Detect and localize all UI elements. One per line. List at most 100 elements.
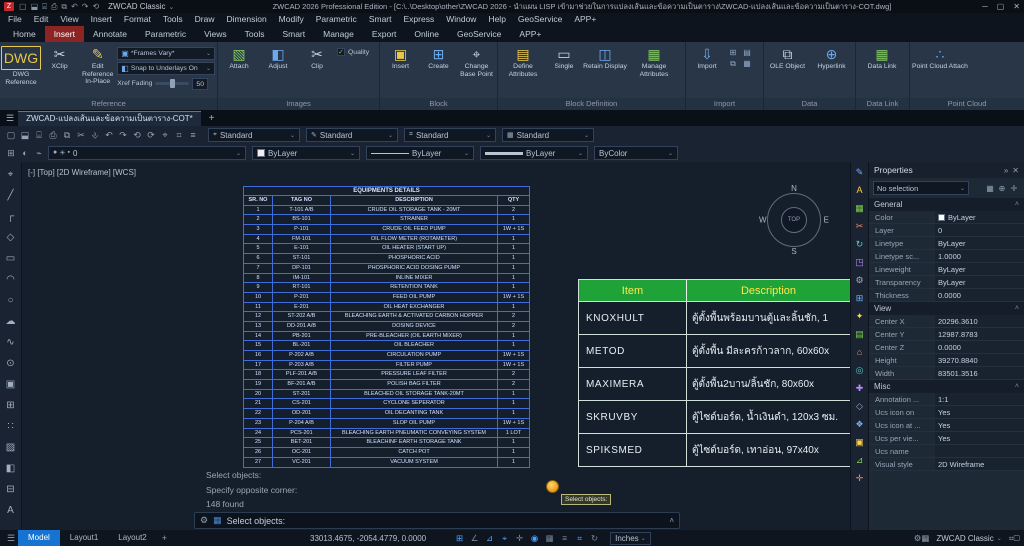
edit-reference-button[interactable]: ✎ Edit Reference In-Place: [79, 44, 116, 86]
menu-item[interactable]: Help: [482, 13, 511, 26]
ole-object-button[interactable]: ⧉ OLE Object: [766, 44, 809, 71]
ribbon-tab[interactable]: Manage: [314, 26, 363, 42]
side-tool-button[interactable]: ✛: [856, 471, 864, 485]
status-toggle-icon[interactable]: ≡: [557, 530, 572, 546]
quick-access-icon[interactable]: ⌸: [42, 0, 47, 13]
toolbar-icon[interactable]: ≡: [186, 126, 200, 144]
ribbon-tab[interactable]: Parametric: [136, 26, 195, 42]
draw-tool-button[interactable]: ⊙: [2, 353, 20, 374]
ribbon-tab[interactable]: GeoService: [448, 26, 510, 42]
linetype-dropdown[interactable]: ByLayer ⌄: [366, 146, 474, 160]
draw-tool-button[interactable]: ◠: [2, 269, 20, 290]
import-mini-icon[interactable]: ▤: [741, 48, 753, 57]
attach-image-button[interactable]: ▧ Attach: [220, 44, 258, 71]
side-tool-button[interactable]: ✦: [856, 309, 864, 323]
ribbon-tab[interactable]: Insert: [44, 26, 84, 42]
menu-item[interactable]: Format: [118, 13, 157, 26]
layout-tab[interactable]: Layout2: [108, 530, 156, 546]
status-icon[interactable]: ▢: [1014, 533, 1020, 543]
side-tool-button[interactable]: ⚙: [855, 273, 863, 287]
chevron-up-icon[interactable]: ˄: [669, 516, 674, 525]
toolbar-icon[interactable]: ⌖: [158, 126, 172, 144]
quick-access-icon[interactable]: ↷: [82, 0, 89, 13]
side-tool-button[interactable]: ⊞: [856, 291, 864, 305]
menu-item[interactable]: View: [54, 13, 84, 26]
property-row[interactable]: Annotation ... 1:1: [869, 393, 1024, 406]
quick-access-icon[interactable]: ⬓: [31, 0, 39, 13]
slider-handle[interactable]: [170, 79, 176, 88]
toolbar-icon[interactable]: ⌸: [32, 126, 46, 144]
menu-item[interactable]: Draw: [189, 13, 221, 26]
properties-section-view[interactable]: View ˄: [869, 302, 1024, 315]
toolbar-icon[interactable]: ↷: [116, 126, 130, 144]
viewport-label[interactable]: [-] [Top] [2D Wireframe] [WCS]: [28, 168, 136, 177]
toolbar-icon[interactable]: ⧉: [60, 126, 74, 144]
properties-section-misc[interactable]: Misc ˄: [869, 380, 1024, 393]
toolbar-icon[interactable]: ⌁: [32, 144, 46, 162]
view-compass[interactable]: N S W E TOP: [759, 184, 829, 256]
draw-tool-button[interactable]: ▨: [2, 437, 20, 458]
property-row[interactable]: Linetype ByLayer: [869, 237, 1024, 250]
menu-item[interactable]: Dimension: [221, 13, 273, 26]
property-row[interactable]: Ucs name: [869, 445, 1024, 458]
layer-dropdown[interactable]: ● ☀ ▪ 0 ⌄: [48, 146, 246, 160]
draw-tool-button[interactable]: ╱: [2, 185, 20, 206]
selection-tool-icon[interactable]: ⊕: [996, 184, 1008, 193]
drawing-canvas[interactable]: [-] [Top] [2D Wireframe] [WCS] EQUIPMENT…: [22, 162, 850, 530]
side-tool-button[interactable]: ◇: [856, 399, 863, 413]
compass-top[interactable]: TOP: [781, 207, 807, 233]
menu-item[interactable]: Parametric: [310, 13, 363, 26]
layout-tab[interactable]: Layout1: [60, 530, 108, 546]
workspace-selector[interactable]: ZWCAD Classic ⌄: [108, 2, 174, 11]
side-tool-button[interactable]: ✂: [856, 219, 864, 233]
import-mini-icon[interactable]: ⊞: [727, 48, 739, 57]
property-row[interactable]: Ucs per vie... Yes: [869, 432, 1024, 445]
create-block-button[interactable]: ⊞ Create: [420, 44, 457, 71]
draw-tool-button[interactable]: ⌖: [2, 164, 20, 185]
status-toggle-icon[interactable]: ↻: [587, 530, 602, 546]
gear-icon[interactable]: ⚙: [200, 515, 208, 526]
data-link-button[interactable]: ▦ Data Link: [858, 44, 906, 71]
ribbon-tab[interactable]: Views: [195, 26, 236, 42]
quick-access-icon[interactable]: ⧉: [61, 0, 67, 13]
property-row[interactable]: Visual style 2D Wireframe: [869, 458, 1024, 471]
quick-access-icon[interactable]: ↶: [71, 0, 78, 13]
clip-image-button[interactable]: ✂ Clip: [298, 44, 336, 71]
status-toggle-icon[interactable]: ◉: [527, 530, 542, 546]
toolbar-icon[interactable]: ◐: [18, 144, 32, 162]
side-tool-button[interactable]: ⌂: [857, 345, 862, 359]
panel-caption[interactable]: Point Cloud: [910, 98, 1024, 110]
side-tool-button[interactable]: ▦: [855, 201, 864, 215]
toolbar-icon[interactable]: ⟲: [130, 126, 144, 144]
ribbon-tab[interactable]: Online: [405, 26, 448, 42]
ribbon-tab[interactable]: Export: [363, 26, 406, 42]
menu-item[interactable]: GeoService: [512, 13, 568, 26]
menu-item[interactable]: Smart: [363, 13, 398, 26]
selection-tool-icon[interactable]: ✛: [1008, 184, 1020, 193]
ribbon-tab[interactable]: Smart: [273, 26, 314, 42]
toolbar-icon[interactable]: ↶: [102, 126, 116, 144]
toolbar-icon[interactable]: ⊞: [4, 144, 18, 162]
draw-tool-button[interactable]: ∷: [2, 416, 20, 437]
close-button[interactable]: ✕: [1013, 2, 1020, 11]
property-row[interactable]: Center Z 0.0000: [869, 341, 1024, 354]
menu-item[interactable]: Insert: [85, 13, 118, 26]
properties-section-general[interactable]: General ˄: [869, 198, 1024, 211]
toolbar-icon[interactable]: ⟳: [144, 126, 158, 144]
command-prompt[interactable]: Select objects:: [227, 516, 286, 526]
quick-access-icon[interactable]: ▢: [19, 0, 27, 13]
dwg-reference-button[interactable]: DWG DWG Reference: [0, 44, 42, 86]
workspace-switcher[interactable]: ZWCAD Classic ⌄: [936, 534, 1001, 543]
draw-tool-button[interactable]: ∿: [2, 332, 20, 353]
side-tool-button[interactable]: ◎: [856, 363, 864, 377]
side-tool-button[interactable]: ⊿: [856, 453, 864, 467]
xref-fading-value[interactable]: 50: [192, 77, 208, 90]
close-icon[interactable]: ✕: [1012, 166, 1019, 175]
selection-tool-icon[interactable]: ▦: [984, 184, 996, 193]
color-dropdown[interactable]: ByLayer ⌄: [252, 146, 360, 160]
ribbon-tab[interactable]: Annotate: [84, 26, 136, 42]
draw-tool-button[interactable]: ▭: [2, 248, 20, 269]
side-tool-button[interactable]: ❖: [855, 417, 863, 431]
quick-access-icon[interactable]: ⟲: [92, 0, 99, 13]
side-tool-button[interactable]: A: [856, 183, 862, 197]
